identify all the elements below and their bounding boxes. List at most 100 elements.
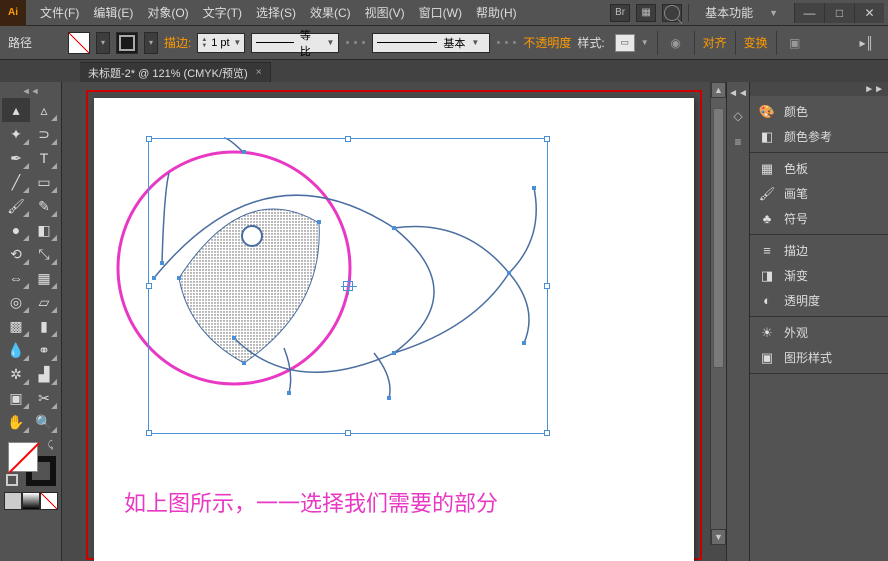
gradient-tool[interactable]: ▮ <box>30 314 58 338</box>
panel-appearance[interactable]: ☀外观 <box>750 320 888 345</box>
panel-symbols[interactable]: ♣符号 <box>750 206 888 231</box>
color-mode-gradient[interactable] <box>22 492 40 510</box>
isolate-icon[interactable]: ▣ <box>785 33 805 53</box>
default-fill-stroke-icon[interactable] <box>6 474 18 486</box>
stroke-dropdown-icon[interactable]: ▾ <box>144 32 158 54</box>
resize-handle-ne[interactable] <box>544 136 550 142</box>
perspective-tool[interactable]: ▱ <box>30 290 58 314</box>
panel-color-guide[interactable]: ◧颜色参考 <box>750 124 888 149</box>
zoom-tool[interactable]: 🔍 <box>30 410 58 434</box>
swap-fill-stroke-icon[interactable]: ⤹ <box>48 440 54 451</box>
mesh-tool[interactable]: ▩ <box>2 314 30 338</box>
type-tool[interactable]: T <box>30 146 58 170</box>
hand-tool[interactable]: ✋ <box>2 410 30 434</box>
selection-tool[interactable]: ▴ <box>2 98 30 122</box>
recolor-icon[interactable]: ◉ <box>666 33 686 53</box>
selection-bounding-box[interactable] <box>148 138 548 434</box>
resize-handle-n[interactable] <box>345 136 351 142</box>
slice-tool[interactable]: ✂ <box>30 386 58 410</box>
menu-view[interactable]: 视图(V) <box>359 1 411 24</box>
blend-tool[interactable]: ⚭ <box>30 338 58 362</box>
canvas-area[interactable]: 如上图所示，一一选择我们需要的部分 ▲ ▼ <box>62 82 726 561</box>
search-icon[interactable] <box>662 4 682 22</box>
menu-help[interactable]: 帮助(H) <box>470 1 523 24</box>
scroll-down-icon[interactable]: ▼ <box>711 529 726 545</box>
direct-selection-tool[interactable]: ▵ <box>30 98 58 122</box>
close-button[interactable]: ✕ <box>854 3 884 23</box>
minimize-button[interactable]: — <box>794 3 824 23</box>
stroke-weight-input[interactable]: ▲▼ 1 pt ▼ <box>197 33 245 53</box>
panel-swatches[interactable]: ▦色板 <box>750 156 888 181</box>
menu-window[interactable]: 窗口(W) <box>413 1 468 24</box>
menu-effect[interactable]: 效果(C) <box>304 1 357 24</box>
scale-tool[interactable]: ⤡ <box>30 242 58 266</box>
resize-handle-e[interactable] <box>544 283 550 289</box>
menu-file[interactable]: 文件(F) <box>34 1 85 24</box>
magic-wand-tool[interactable]: ✦ <box>2 122 30 146</box>
dropdown-icon[interactable]: ▼ <box>233 38 241 47</box>
blob-brush-tool[interactable]: ● <box>2 218 30 242</box>
rectangle-tool[interactable]: ▭ <box>30 170 58 194</box>
pencil-tool[interactable]: ✎ <box>30 194 58 218</box>
menu-object[interactable]: 对象(O) <box>141 1 194 24</box>
opacity-label[interactable]: 不透明度 <box>523 34 571 51</box>
eraser-tool[interactable]: ◧ <box>30 218 58 242</box>
color-mode-solid[interactable] <box>4 492 22 510</box>
brush-selector[interactable]: 基本 ▼ <box>372 33 490 53</box>
workspace-switcher[interactable]: 基本功能 <box>695 1 763 24</box>
free-transform-tool[interactable]: ▦ <box>30 266 58 290</box>
panel-transparency[interactable]: ◐透明度 <box>750 288 888 313</box>
fill-stroke-control[interactable]: ⤹ <box>6 440 56 486</box>
resize-handle-nw[interactable] <box>146 136 152 142</box>
align-label[interactable]: 对齐 <box>703 34 727 51</box>
strip-icon-2[interactable]: ≡ <box>729 133 747 151</box>
fill-swatch[interactable] <box>68 32 90 54</box>
scroll-thumb[interactable] <box>713 108 724 368</box>
expand-strip-icon[interactable]: ◄◄ <box>728 88 748 99</box>
panel-color[interactable]: 🎨颜色 <box>750 99 888 124</box>
eyedropper-tool[interactable]: 💧 <box>2 338 30 362</box>
shape-builder-tool[interactable]: ◎ <box>2 290 30 314</box>
panel-brushes[interactable]: 🖌画笔 <box>750 181 888 206</box>
menu-type[interactable]: 文字(T) <box>197 1 248 24</box>
workspace-dropdown-icon[interactable]: ▼ <box>769 8 778 18</box>
pen-tool[interactable]: ✒ <box>2 146 30 170</box>
tab-close-icon[interactable]: × <box>256 67 262 78</box>
collapse-panels-icon[interactable]: ►► <box>864 84 884 95</box>
bridge-icon[interactable]: Br <box>610 4 630 22</box>
color-mode-none[interactable] <box>40 492 58 510</box>
resize-handle-w[interactable] <box>146 283 152 289</box>
stroke-label[interactable]: 描边: <box>164 34 191 51</box>
menu-select[interactable]: 选择(S) <box>250 1 302 24</box>
fill-dropdown-icon[interactable]: ▾ <box>96 32 110 54</box>
stepper-down-icon[interactable]: ▼ <box>201 43 207 49</box>
tools-collapse-icon[interactable]: ◄◄ <box>2 86 59 98</box>
line-tool[interactable]: ╱ <box>2 170 30 194</box>
vertical-scrollbar[interactable]: ▲ ▼ <box>710 82 726 545</box>
graph-tool[interactable]: ▟ <box>30 362 58 386</box>
width-tool[interactable]: ⇔ <box>2 266 30 290</box>
maximize-button[interactable]: □ <box>824 3 854 23</box>
document-tab[interactable]: 未标题-2* @ 121% (CMYK/预览) × <box>80 62 271 82</box>
resize-handle-se[interactable] <box>544 430 550 436</box>
style-thumb[interactable]: ▭ <box>615 34 635 52</box>
stroke-profile-selector[interactable]: 等比 ▼ <box>251 33 339 53</box>
strip-icon-1[interactable]: ◇ <box>729 107 747 125</box>
artboard-tool[interactable]: ▣ <box>2 386 30 410</box>
fill-color-box[interactable] <box>8 442 38 472</box>
arrange-docs-icon[interactable]: ▦ <box>636 4 656 22</box>
control-overflow-icon[interactable]: ▸║ <box>853 36 880 50</box>
symbol-sprayer-tool[interactable]: ✲ <box>2 362 30 386</box>
lasso-tool[interactable]: ⊃ <box>30 122 58 146</box>
rotate-tool[interactable]: ⟲ <box>2 242 30 266</box>
artboard[interactable]: 如上图所示，一一选择我们需要的部分 <box>94 98 694 561</box>
menu-edit[interactable]: 编辑(E) <box>87 1 139 24</box>
paintbrush-tool[interactable]: 🖌 <box>2 194 30 218</box>
scroll-up-icon[interactable]: ▲ <box>711 82 726 98</box>
panel-gradient[interactable]: ◨渐变 <box>750 263 888 288</box>
stroke-swatch[interactable] <box>116 32 138 54</box>
resize-handle-sw[interactable] <box>146 430 152 436</box>
panel-stroke[interactable]: ≡描边 <box>750 238 888 263</box>
resize-handle-s[interactable] <box>345 430 351 436</box>
panel-graphic-styles[interactable]: ▣图形样式 <box>750 345 888 370</box>
